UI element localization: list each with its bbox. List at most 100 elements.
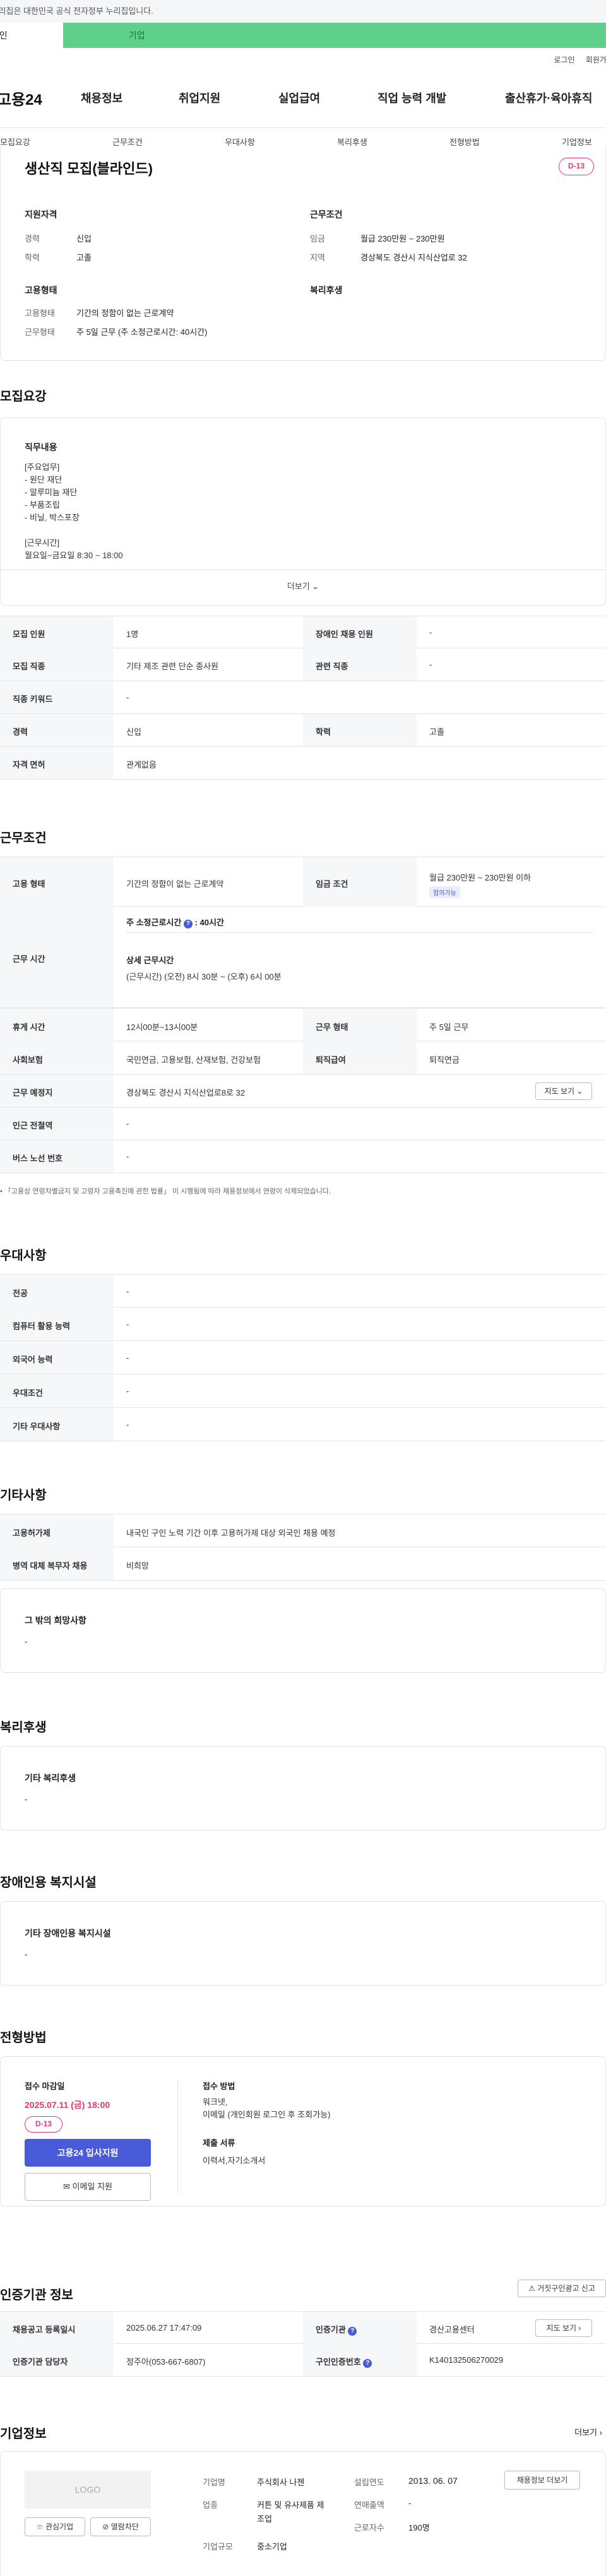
- emptype-label: 고용형태: [25, 308, 55, 318]
- member-type-tabs: 개인 기업: [0, 23, 606, 48]
- block-company-button[interactable]: ⊘ 열람차단: [90, 2517, 151, 2536]
- worktype-value: 주 5일 근무 (주 소정근로시간: 40시간): [76, 327, 208, 337]
- row-header: 퇴직급여: [303, 1041, 417, 1074]
- mgr-header: 인증기관 담당자: [0, 2344, 114, 2376]
- row-value: 기타 제조 관련 단순 종사원: [126, 662, 219, 671]
- row-header: 고용허가제: [0, 1514, 114, 1547]
- place-header: 근무 예정지: [0, 1075, 114, 1107]
- login-link[interactable]: 로그인: [554, 56, 574, 64]
- row-header: 사회보험: [0, 1041, 114, 1074]
- email-apply-button[interactable]: ✉ 이메일 지원: [25, 2173, 151, 2201]
- company-title: 기업정보: [0, 2427, 47, 2441]
- worktype-label: 근무형태: [25, 327, 55, 337]
- row-value: -: [126, 693, 129, 702]
- recruit-title: 모집요강: [0, 390, 47, 404]
- employees-value: 190명: [408, 2523, 430, 2532]
- row-header: 학력: [303, 714, 417, 746]
- agency-map-button[interactable]: 지도 보기 ›: [535, 2319, 592, 2337]
- no-value: K140132506270029: [429, 2355, 504, 2365]
- table-row: 외국어 능력 -: [0, 1341, 606, 1374]
- workcond-emp-row: 고용 형태 기간의 정함이 없는 근로계약 임금 조건 월급 230만원 ~ 2…: [0, 857, 606, 907]
- favorite-company-button[interactable]: ☆ 관심기업: [25, 2517, 85, 2536]
- est-label: 설립연도: [354, 2478, 384, 2487]
- wage-label: 임금: [310, 234, 325, 243]
- workcond-station-row: 인근 전철역 -: [0, 1108, 606, 1140]
- deadline-label: 접수 마감일: [25, 2081, 65, 2091]
- method-label: 접수 방법: [203, 2081, 235, 2091]
- qual-title: 지원자격: [25, 209, 57, 220]
- row-value: -: [126, 1287, 129, 1296]
- row-header: 휴게 시간: [0, 1009, 114, 1041]
- row-value: -: [429, 660, 432, 669]
- docs-label: 제출 서류: [203, 2138, 235, 2148]
- apply-divider: [177, 2080, 178, 2193]
- docs-value: 이력서,자기소개서: [203, 2156, 266, 2165]
- table-row: 컴퓨터 활용 능력 -: [0, 1308, 606, 1341]
- disability-value: -: [25, 1950, 28, 1959]
- row-header: 외국어 능력: [0, 1341, 114, 1374]
- row-header: 경력: [0, 714, 114, 746]
- emp-type-header: 고용 형태: [0, 857, 114, 907]
- site-logo[interactable]: 고용24: [0, 87, 42, 109]
- wage-negotiable-tag: 협의가능: [429, 886, 460, 898]
- bus-value: -: [126, 1152, 129, 1161]
- row-value: 내국인 구인 노력 기간 이후 고용허가제 대상 외국인 채용 예정: [126, 1528, 336, 1538]
- help-icon[interactable]: ?: [183, 920, 193, 928]
- apply-button[interactable]: 고용24 입사지원: [25, 2139, 151, 2167]
- row-header: 전공: [0, 1275, 114, 1308]
- cond-title: 근무조건: [310, 209, 343, 220]
- etc-title: 기타사항: [0, 1489, 47, 1502]
- gnb-item-training[interactable]: 직업 능력 개발: [377, 90, 446, 106]
- mgr-value: 정주아(053-667-6807): [126, 2357, 206, 2367]
- other-wishes-value: -: [25, 1637, 28, 1646]
- apply-title: 전형방법: [0, 2031, 47, 2045]
- table-row: 우대조건 -: [0, 1374, 606, 1408]
- size-value: 중소기업: [257, 2542, 287, 2551]
- hours-divider: [126, 932, 593, 933]
- gnb-item-employment-support[interactable]: 취업지원: [179, 90, 220, 106]
- gnb-item-parental-leave[interactable]: 출산휴가·육아휴직: [505, 90, 592, 106]
- tab-individual[interactable]: 개인: [0, 23, 63, 48]
- table-row: 고용허가제 내국인 구인 노력 기간 이후 고용허가제 대상 외국인 채용 예정: [0, 1514, 606, 1547]
- detail-hours-value: (근무시간) (오전) 8시 30분 ~ (오후) 6시 00분: [126, 972, 282, 981]
- join-link[interactable]: 회원가입: [586, 56, 606, 64]
- workcond-hours-row: 근무 시간 주 소정근로시간 ? : 40시간 상세 근무시간 (근무시간) (…: [0, 907, 606, 1008]
- other-wishes-title: 그 밖의 희망사항: [25, 1615, 86, 1625]
- job-title: 생산직 모집(블라인드): [25, 161, 153, 177]
- row-header: 모집 인원: [0, 616, 114, 648]
- row-value: 1명: [126, 629, 139, 639]
- map-button[interactable]: 지도 보기 ⌄: [535, 1082, 592, 1100]
- agency-title: 인증기관 정보: [0, 2288, 73, 2302]
- siren-icon: ⚠: [528, 2284, 535, 2293]
- weekly-hours: 주 소정근로시간 ? : 40시간: [126, 918, 224, 928]
- station-header: 인근 전철역: [0, 1108, 114, 1140]
- gnb-item-jobs[interactable]: 채용정보: [81, 90, 122, 106]
- table-row: 직종 키워드 -: [0, 681, 606, 714]
- workcond-place-row: 근무 예정지 경상북도 경산시 지식산업로8로 32 지도 보기 ⌄: [0, 1075, 606, 1108]
- more-button[interactable]: 더보기 ⌄: [1, 580, 605, 592]
- reg-header: 채용공고 등록일시: [0, 2312, 114, 2344]
- table-row: 모집 인원 1명 장애인 채용 인원 -: [0, 616, 606, 648]
- tab-company[interactable]: 기업: [63, 23, 606, 48]
- table-row: 휴게 시간 12시00분~13시00분 근무 형태 주 5일 근무: [0, 1008, 606, 1041]
- report-button[interactable]: ⚠ 거짓구인광고 신고: [518, 2280, 606, 2297]
- table-row: 사회보험 국민연금, 고용보험, 산재보험, 건강보험 퇴직급여 퇴직연금: [0, 1041, 606, 1075]
- mail-icon: ✉: [63, 2182, 70, 2191]
- row-header: 모집 직종: [0, 648, 114, 681]
- agency-row-1: 채용공고 등록일시 2025.06.27 17:47:09 인증기관 ? 경산고…: [0, 2311, 606, 2344]
- reg-value: 2025.06.27 17:47:09: [126, 2323, 202, 2333]
- row-header: 장애인 채용 인원: [303, 616, 417, 648]
- company-jobs-button[interactable]: 채용정보 더보기: [504, 2471, 580, 2490]
- row-value: -: [429, 628, 432, 637]
- chevron-right-icon: ›: [578, 2324, 581, 2333]
- row-header: 우대조건: [0, 1374, 114, 1407]
- company-more-link[interactable]: 더보기 ›: [574, 2426, 602, 2438]
- row-header: 자격 면허: [0, 747, 114, 779]
- gnb-item-unemployment-benefit[interactable]: 실업급여: [278, 90, 320, 106]
- emp-type-value: 기간의 정함이 없는 근로계약: [126, 879, 224, 889]
- help-icon[interactable]: ?: [363, 2359, 372, 2368]
- org-value: 경산고용센터: [429, 2325, 475, 2334]
- help-icon[interactable]: ?: [348, 2327, 357, 2336]
- table-row: 전공 -: [0, 1274, 606, 1308]
- deadline-value: 2025.07.11 (금) 18:00: [25, 2100, 110, 2110]
